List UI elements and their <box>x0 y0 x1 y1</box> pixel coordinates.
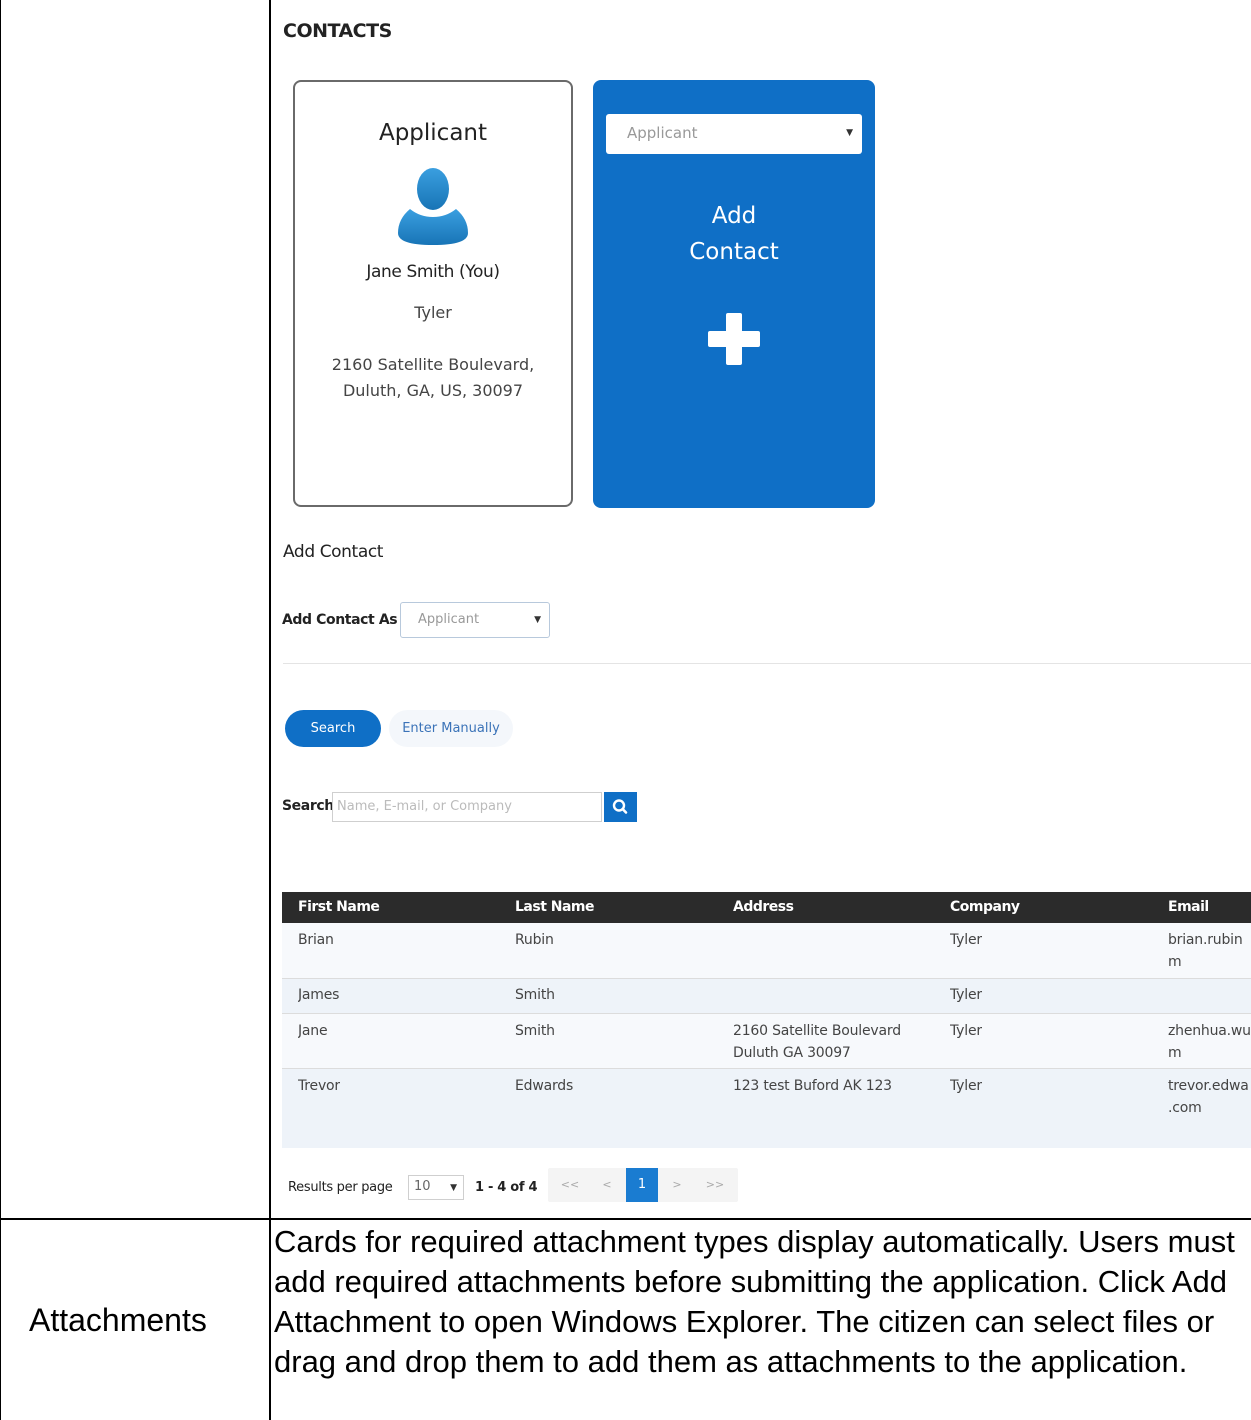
search-submit-button[interactable] <box>604 792 637 822</box>
header-last-name[interactable]: Last Name <box>515 899 595 915</box>
cell-email-cont: .com <box>1168 1100 1202 1116</box>
cell-first-name: Trevor <box>298 1078 340 1094</box>
cell-email: zhenhua.wu <box>1168 1023 1250 1039</box>
search-mode-button[interactable]: Search <box>285 710 381 747</box>
add-contact-heading: Add Contact <box>283 542 384 562</box>
cell-last-name: Rubin <box>515 932 554 948</box>
contact-name: Jane Smith (You) <box>366 262 500 282</box>
card-role: Applicant <box>378 120 488 146</box>
cell-first-name: Jane <box>298 1023 328 1039</box>
add-contact-label-line2: Contact <box>689 239 779 265</box>
plus-icon[interactable] <box>708 313 760 365</box>
search-icon <box>612 799 628 814</box>
contact-type-select-value: Applicant <box>627 124 698 142</box>
header-email[interactable]: Email <box>1168 899 1209 915</box>
cell-company: Tyler <box>950 1023 982 1039</box>
table-row[interactable]: Jane Smith 2160 Satellite Boulevard Dulu… <box>282 1014 1251 1068</box>
address-line-2: Duluth, GA, US, 30097 <box>342 381 524 400</box>
caret-down-icon: ▼ <box>450 1183 457 1193</box>
results-per-page-value: 10 <box>414 1179 431 1194</box>
cell-last-name: Smith <box>515 1023 555 1039</box>
cell-email: trevor.edwa <box>1168 1078 1249 1094</box>
contact-company: Tyler <box>414 303 452 322</box>
next-page-button[interactable]: > <box>662 1168 692 1202</box>
pagination: << < 1 > >> <box>548 1168 738 1202</box>
attachments-row-label: Attachments <box>29 1302 207 1338</box>
contact-type-select[interactable]: Applicant ▼ <box>606 114 862 154</box>
header-first-name[interactable]: First Name <box>298 899 380 915</box>
table-border-left <box>0 0 1 1420</box>
cell-email: brian.rubin <box>1168 932 1243 948</box>
table-row[interactable]: Brian Rubin Tyler brian.rubin m <box>282 923 1251 978</box>
section-title: CONTACTS <box>283 20 392 42</box>
search-label: Search <box>282 798 334 814</box>
caret-down-icon: ▼ <box>534 615 541 625</box>
results-per-page-select[interactable]: 10 ▼ <box>408 1175 464 1200</box>
table-row[interactable]: James Smith Tyler <box>282 979 1251 1013</box>
last-page-button[interactable]: >> <box>698 1168 732 1202</box>
search-input[interactable]: Name, E-mail, or Company <box>332 792 602 822</box>
person-icon <box>398 168 468 245</box>
table-column-divider <box>269 0 271 1420</box>
results-per-page-label: Results per page <box>288 1180 393 1195</box>
add-contact-label-line1: Add <box>711 203 757 229</box>
add-contact-as-value: Applicant <box>418 612 480 627</box>
prev-page-button[interactable]: < <box>592 1168 622 1202</box>
cell-company: Tyler <box>950 932 982 948</box>
cell-address: 2160 Satellite Boulevard <box>733 1023 901 1039</box>
cell-last-name: Smith <box>515 987 555 1003</box>
caret-down-icon: ▼ <box>846 128 853 138</box>
header-address[interactable]: Address <box>733 899 794 915</box>
add-contact-label: Add Contact <box>593 198 875 270</box>
table-header: First Name Last Name Address Company Ema… <box>282 892 1251 923</box>
applicant-contact-card[interactable]: Applicant Jane Smith (You) Tyler 2160 Sa… <box>293 80 573 507</box>
header-company[interactable]: Company <box>950 899 1020 915</box>
cell-address: 123 test Buford AK 123 <box>733 1078 892 1094</box>
cell-company: Tyler <box>950 1078 982 1094</box>
cell-email-cont: m <box>1168 1045 1182 1061</box>
add-contact-card[interactable]: Applicant ▼ Add Contact <box>593 80 875 508</box>
results-range: 1 - 4 of 4 <box>475 1180 538 1195</box>
contact-address: 2160 Satellite Boulevard, Duluth, GA, US… <box>295 352 571 404</box>
attachments-description: Cards for required attachment types disp… <box>274 1224 1235 1379</box>
cell-address-cont: Duluth GA 30097 <box>733 1045 851 1061</box>
enter-manually-button[interactable]: Enter Manually <box>389 710 513 747</box>
add-contact-as-label: Add Contact As <box>282 612 398 628</box>
divider <box>283 663 1251 664</box>
page-1-button[interactable]: 1 <box>626 1168 658 1202</box>
table-row[interactable]: Trevor Edwards 123 test Buford AK 123 Ty… <box>282 1069 1251 1148</box>
cell-company: Tyler <box>950 987 982 1003</box>
cell-email-cont: m <box>1168 954 1182 970</box>
first-page-button[interactable]: << <box>554 1168 586 1202</box>
table-row-divider <box>0 1218 1251 1220</box>
cell-last-name: Edwards <box>515 1078 574 1094</box>
add-contact-as-select[interactable]: Applicant ▼ <box>400 602 550 638</box>
address-line-1: 2160 Satellite Boulevard, <box>331 355 535 374</box>
cell-first-name: James <box>298 987 340 1003</box>
cell-first-name: Brian <box>298 932 334 948</box>
